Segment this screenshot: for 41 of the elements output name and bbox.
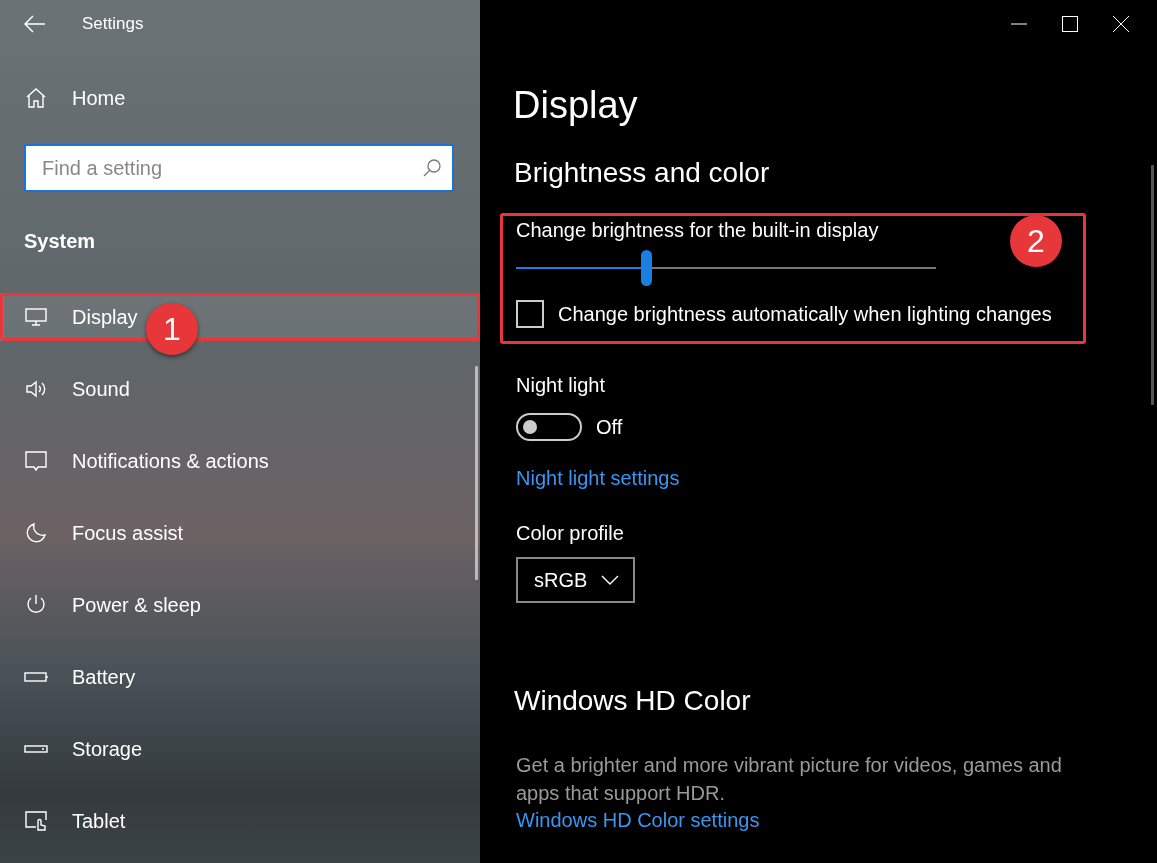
section-heading: Windows HD Color — [514, 685, 752, 717]
moon-icon — [24, 521, 48, 545]
description-text: Get a brighter and more vibrant picture for videos, games and apps that support HDR. — [516, 753, 1063, 806]
setting-label: Night light — [516, 374, 605, 397]
window-title: Settings — [82, 14, 144, 34]
nav-item[interactable]: Storage — [0, 725, 480, 773]
nav-item[interactable]: Power & sleep — [0, 581, 480, 629]
scrollbar[interactable] — [1151, 165, 1154, 405]
slider-thumb[interactable] — [641, 250, 653, 286]
chevron-down-icon — [601, 575, 620, 585]
search-icon[interactable] — [422, 158, 442, 178]
toggle-switch[interactable] — [516, 413, 582, 441]
toggle-state: Off — [596, 415, 623, 439]
settings-link[interactable]: Windows HD Color settings — [516, 809, 760, 832]
monitor-icon — [24, 305, 48, 329]
home-icon[interactable] — [24, 86, 48, 110]
maximize-icon[interactable] — [1062, 16, 1078, 32]
setting-label: Color profile — [516, 522, 624, 545]
speech-bubble-icon — [24, 449, 48, 473]
close-icon[interactable] — [1113, 16, 1129, 32]
scrollbar[interactable] — [475, 366, 478, 580]
nav-item[interactable]: Tablet — [0, 797, 480, 845]
nav-item[interactable]: Battery — [0, 653, 480, 701]
nav-item[interactable]: Focus assist — [0, 509, 480, 557]
settings-link[interactable]: Night light settings — [516, 467, 680, 490]
section-heading: System — [24, 230, 97, 253]
home-link[interactable]: Home — [72, 86, 126, 110]
back-arrow-icon[interactable] — [24, 15, 46, 33]
section-heading: Brightness and color — [514, 157, 771, 189]
checkbox[interactable] — [516, 300, 544, 328]
slider-label: Change brightness for the built-in display — [516, 219, 879, 242]
search-field[interactable]: Find a setting — [24, 144, 454, 192]
step-badge: 2 — [1010, 215, 1062, 267]
color-profile-dropdown[interactable]: sRGB — [516, 557, 636, 603]
checkbox-label: Change brightness automatically when lighting changes — [558, 302, 1052, 326]
step-badge: 1 — [146, 303, 198, 355]
nav-item[interactable]: Sound — [0, 365, 480, 413]
page-title: Display — [513, 84, 639, 127]
nav-item[interactable]: Notifications & actions — [0, 437, 480, 485]
tablet-touch-icon — [24, 809, 48, 833]
brightness-slider[interactable] — [516, 250, 936, 286]
